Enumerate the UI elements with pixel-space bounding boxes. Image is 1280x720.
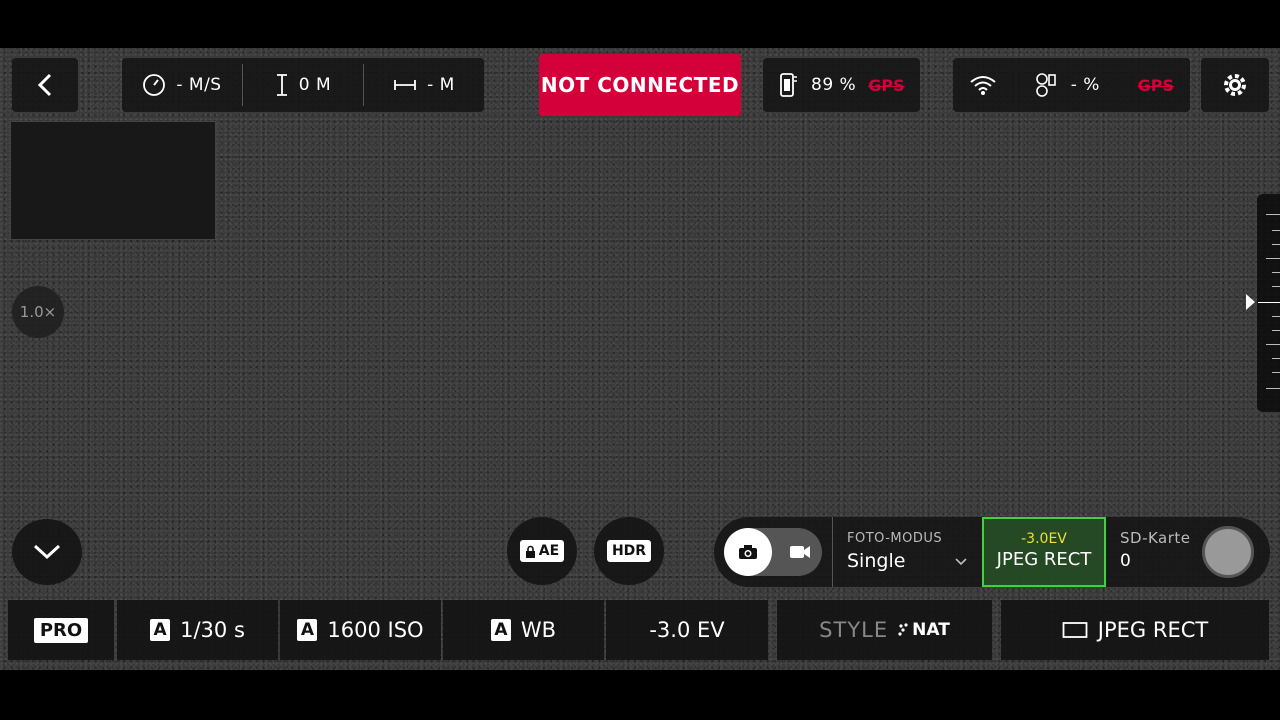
sd-card-caption: SD-Karte: [1120, 529, 1191, 547]
photo-video-toggle[interactable]: [724, 528, 822, 576]
ae-lock-button[interactable]: AE: [507, 517, 577, 585]
speedometer-icon: [143, 74, 166, 96]
pro-mode-button[interactable]: PRO: [8, 600, 114, 660]
distance-icon: [394, 80, 417, 90]
height-readout: 0 M: [243, 58, 363, 112]
aspect-ratio-icon: [1062, 622, 1088, 638]
speed-value: - M/S: [176, 75, 222, 95]
hdr-label: HDR: [606, 540, 652, 562]
style-label: STYLE: [819, 618, 889, 642]
iso-button[interactable]: A 1600 ISO: [280, 600, 441, 660]
lock-icon: [525, 545, 535, 558]
shutter-button[interactable]: [1202, 526, 1254, 578]
auto-badge: A: [490, 619, 511, 641]
telemetry-panel: - M/S 0 M - M: [122, 58, 484, 112]
exposure-value: -3.0 EV: [649, 618, 725, 642]
white-balance-button[interactable]: A WB: [443, 600, 604, 660]
video-camera-icon[interactable]: [788, 540, 812, 564]
style-dots-icon: [898, 623, 908, 636]
ae-lock-label: AE: [519, 540, 565, 562]
sd-card-info: SD-Karte 0: [1120, 529, 1191, 571]
sd-card-value: 0: [1120, 551, 1131, 571]
iso-value: 1600 ISO: [327, 618, 424, 642]
hdr-button[interactable]: HDR: [594, 517, 664, 585]
format-preview-button[interactable]: -3.0EV JPEG RECT: [982, 517, 1106, 587]
auto-badge: A: [297, 619, 318, 641]
ruler-pointer-icon: [1246, 294, 1255, 310]
photo-mode-knob[interactable]: [724, 528, 772, 576]
style-button[interactable]: STYLE NAT: [777, 600, 992, 660]
style-value: NAT: [912, 620, 950, 640]
camera-icon: [739, 545, 757, 559]
drone-battery-value: - %: [1070, 75, 1100, 95]
chevron-left-icon: [37, 73, 52, 97]
collapse-button[interactable]: [12, 519, 82, 585]
height-value: 0 M: [298, 75, 332, 95]
white-balance-value: WB: [520, 618, 557, 642]
format-preview-value: JPEG RECT: [996, 549, 1092, 570]
distance-value: - M: [427, 75, 455, 95]
ae-lock-text: AE: [538, 543, 560, 559]
speed-readout: - M/S: [122, 58, 242, 112]
phone-battery-icon: [780, 73, 797, 97]
phone-gps-status: GPS: [868, 75, 905, 95]
style-value-group: NAT: [898, 620, 950, 640]
phone-status-panel: 89 % GPS: [763, 58, 920, 112]
zoom-button[interactable]: 1.0×: [12, 286, 64, 338]
drone-icon: [1035, 73, 1056, 97]
chevron-down-icon[interactable]: [954, 557, 968, 567]
connection-status-badge[interactable]: NOT CONNECTED: [539, 54, 741, 116]
height-icon: [276, 74, 287, 96]
drone-status-panel: - % GPS: [953, 58, 1190, 112]
chevron-down-icon: [33, 544, 61, 560]
image-format-value: JPEG RECT: [1097, 618, 1209, 642]
distance-readout: - M: [364, 58, 484, 112]
drone-gps-status: GPS: [1137, 75, 1174, 95]
photo-mode-caption: FOTO-MODUS: [847, 531, 943, 546]
exposure-button[interactable]: -3.0 EV: [606, 600, 768, 660]
drone-battery-readout: - %: [1035, 72, 1100, 98]
ev-preview-value: -3.0EV: [1021, 531, 1067, 547]
back-button[interactable]: [12, 58, 78, 112]
gear-icon: [1224, 74, 1246, 96]
pro-badge: PRO: [33, 617, 89, 643]
phone-battery-value: 89 %: [811, 75, 857, 95]
settings-button[interactable]: [1201, 58, 1269, 112]
wifi-signal-icon: [970, 76, 996, 95]
map-preview[interactable]: [10, 121, 216, 240]
shutter-speed-button[interactable]: A 1/30 s: [117, 600, 278, 660]
shutter-speed-value: 1/30 s: [180, 618, 245, 642]
capture-mode-panel: FOTO-MODUS Single -3.0EV JPEG RECT SD-Ka…: [714, 517, 1270, 587]
auto-badge: A: [150, 619, 171, 641]
image-format-button[interactable]: JPEG RECT: [1001, 600, 1269, 660]
gimbal-ruler[interactable]: [1257, 194, 1280, 412]
